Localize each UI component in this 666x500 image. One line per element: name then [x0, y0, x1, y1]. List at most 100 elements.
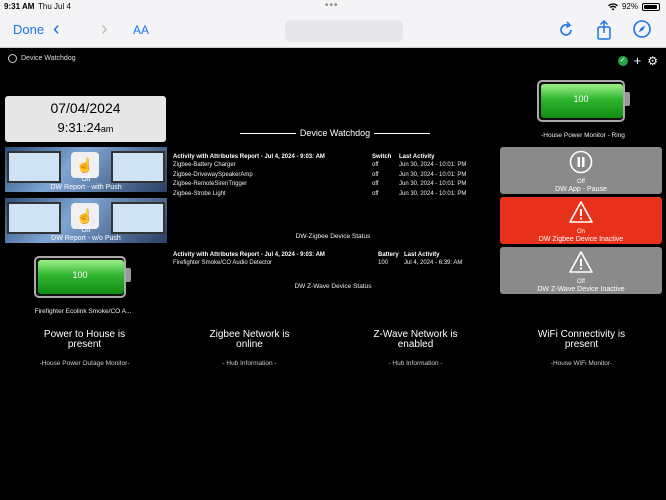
table-header-row: Activity with Attributes Report - Jul 4,… — [173, 252, 504, 259]
table-cell: off — [372, 162, 379, 168]
table-cell: Zigbee-DrivewaySpeakerAmp — [173, 171, 253, 178]
back-icon[interactable]: ‹ — [53, 18, 60, 41]
tile-line2: present — [564, 339, 599, 350]
forward-icon[interactable]: › — [101, 18, 108, 41]
battery-label: Firefighter Ecolink Smoke/CO A... — [34, 308, 132, 315]
text-size-button[interactable]: AA — [133, 23, 149, 37]
tile-label: -House Power Outage Monitor- — [39, 360, 130, 367]
battery-percent: 92% — [621, 2, 638, 11]
house-power-battery-tile[interactable]: 100 — [537, 80, 637, 130]
tile-line2: present — [67, 339, 102, 350]
table-cell: 100 — [378, 260, 389, 266]
tile-label: -House WiFi Monitor- — [550, 360, 613, 367]
zwave-inactive-tile[interactable]: Off DW Z-Wave Device Inactive — [500, 247, 662, 294]
tile-label: DW Zigbee Device Inactive — [538, 236, 624, 243]
zwave-network-tile[interactable]: Z-Wave Network is enabled - Hub Informat… — [333, 330, 498, 368]
reload-icon[interactable] — [558, 19, 574, 39]
clock-date: 07/04/2024 — [50, 100, 121, 116]
section-title-text: Device Watchdog — [299, 128, 371, 138]
battery-value: 100 — [72, 270, 88, 280]
column-header: Battery — [378, 252, 399, 258]
smoke-detector-battery-tile[interactable]: 100 — [34, 256, 134, 308]
warning-icon — [569, 251, 593, 273]
table-cell: Firefighter Smoke/CO Audio Detector — [173, 260, 273, 266]
zigbee-inactive-tile[interactable]: On DW Zigbee Device Inactive — [500, 197, 662, 244]
tile-label: DW Z-Wave Device Inactive — [537, 286, 625, 293]
table-cell: Jun 30, 2024 - 10:01: PM — [399, 181, 467, 187]
table-cell: Jun 30, 2024 - 10:01: PM — [399, 190, 467, 197]
tile-label: DW Report - w/o Push — [51, 235, 121, 242]
tile-label: DW Report - with Push — [50, 184, 122, 191]
zwave-report-caption: DW Z-Wave Device Status — [294, 283, 372, 290]
zigbee-report-table: Activity with Attributes Report - Jul 4,… — [173, 154, 499, 199]
connected-check-icon: ✓ — [617, 55, 628, 66]
clock-tile: 07/04/2024 9:31:24am — [5, 96, 166, 142]
clock-time: 9:31:24am — [5, 120, 166, 135]
gear-icon[interactable]: ⚙ — [647, 54, 658, 68]
compass-icon[interactable] — [632, 19, 652, 39]
dashboard-title: Device Watchdog — [21, 55, 76, 62]
app-pause-tile[interactable]: Off DW App - Pause — [500, 147, 662, 194]
tile-label: DW App - Pause — [555, 186, 607, 193]
table-cell: Zigbee-Strobe Light — [173, 190, 226, 197]
tile-status: Off — [81, 227, 91, 234]
add-icon[interactable]: + — [634, 53, 642, 68]
zigbee-network-tile[interactable]: Zigbee Network is online - Hub Informati… — [167, 330, 332, 368]
browser-toolbar: Done ‹ › AA — [0, 14, 666, 48]
clock-time-value: 9:31:24 — [57, 120, 101, 135]
table-header-row: Activity with Attributes Report - Jul 4,… — [173, 154, 499, 161]
tile-line2: enabled — [397, 339, 434, 350]
battery-value: 100 — [573, 94, 589, 104]
status-date: Thu Jul 4 — [38, 2, 71, 11]
dashboard-header: Device Watchdog — [8, 54, 76, 63]
table-cell: Zigbee-Battery Charger — [173, 162, 236, 168]
tile-status: Off — [577, 279, 585, 285]
table-row: Firefighter Smoke/CO Audio Detector 100 Ju… — [173, 259, 504, 269]
battery-label: -House Power Monitor - Ring — [541, 132, 625, 139]
tile-label: - Hub Information - — [388, 360, 443, 367]
touch-icon: ☝ — [71, 152, 99, 178]
table-cell: Jun 30, 2024 - 10:01: PM — [399, 162, 467, 168]
tile-status: Off — [81, 176, 91, 183]
table-row: Zigbee-RemoteSirenTrigger off Jun 30, 2024… — [173, 180, 499, 190]
table-cell: off — [372, 171, 379, 178]
pause-icon — [569, 150, 593, 174]
table-row: Zigbee-Battery Charger off Jun 30, 2024 - … — [173, 161, 499, 171]
table-row: Zigbee-Strobe Light off Jun 30, 2024 - 10:… — [173, 190, 499, 200]
wifi-connectivity-tile[interactable]: WiFi Connectivity is present -House WiFi… — [499, 330, 664, 368]
table-row: Zigbee-DrivewaySpeakerAmp off Jun 30, 2024… — [173, 171, 499, 181]
zigbee-report-caption: DW-Zigbee Device Status — [295, 233, 371, 240]
tile-label: - Hub Information - — [222, 360, 277, 367]
column-header: Switch — [372, 154, 392, 160]
table-cell: off — [372, 190, 379, 197]
share-icon[interactable] — [596, 19, 612, 41]
table-cell: off — [372, 181, 379, 187]
house-power-tile[interactable]: Power to House is present -House Power O… — [2, 330, 167, 368]
status-time: 9:31 AM — [4, 2, 35, 11]
column-header: Last Activity — [404, 252, 440, 258]
tile-line2: online — [236, 339, 263, 350]
column-header: Activity with Attributes Report - Jul 4,… — [173, 252, 325, 258]
done-button[interactable]: Done — [13, 22, 44, 37]
touch-icon: ☝ — [71, 203, 99, 229]
dashboard-logo-icon — [8, 54, 17, 63]
report-without-push-tile[interactable]: ☝ Off DW Report - w/o Push — [5, 198, 167, 243]
section-title: Device Watchdog — [240, 128, 431, 138]
report-with-push-tile[interactable]: ☝ Off DW Report - with Push — [5, 147, 167, 192]
battery-icon — [642, 2, 660, 11]
table-cell: Zigbee-RemoteSirenTrigger — [173, 181, 248, 187]
multitask-dots-icon[interactable]: ••• — [325, 0, 339, 11]
zwave-report-table: Activity with Attributes Report - Jul 4,… — [173, 252, 504, 269]
table-cell: Jul 4, 2024 - 6:39: AM — [404, 260, 463, 266]
wifi-icon — [607, 2, 618, 10]
address-bar[interactable] — [285, 20, 403, 42]
tile-status: Off — [577, 179, 585, 185]
column-header: Last Activity — [399, 154, 435, 160]
status-bar: 9:31 AM Thu Jul 4 ••• 92% — [0, 0, 666, 14]
warning-icon — [569, 201, 593, 223]
clock-ampm: am — [100, 124, 114, 134]
table-cell: Jun 30, 2024 - 10:01: PM — [399, 171, 467, 178]
tile-status: On — [576, 229, 585, 235]
column-header: Activity with Attributes Report - Jul 4,… — [173, 154, 325, 160]
dashboard-page: Device Watchdog ✓ + ⚙ 07/04/2024 9:31:24… — [0, 48, 666, 500]
